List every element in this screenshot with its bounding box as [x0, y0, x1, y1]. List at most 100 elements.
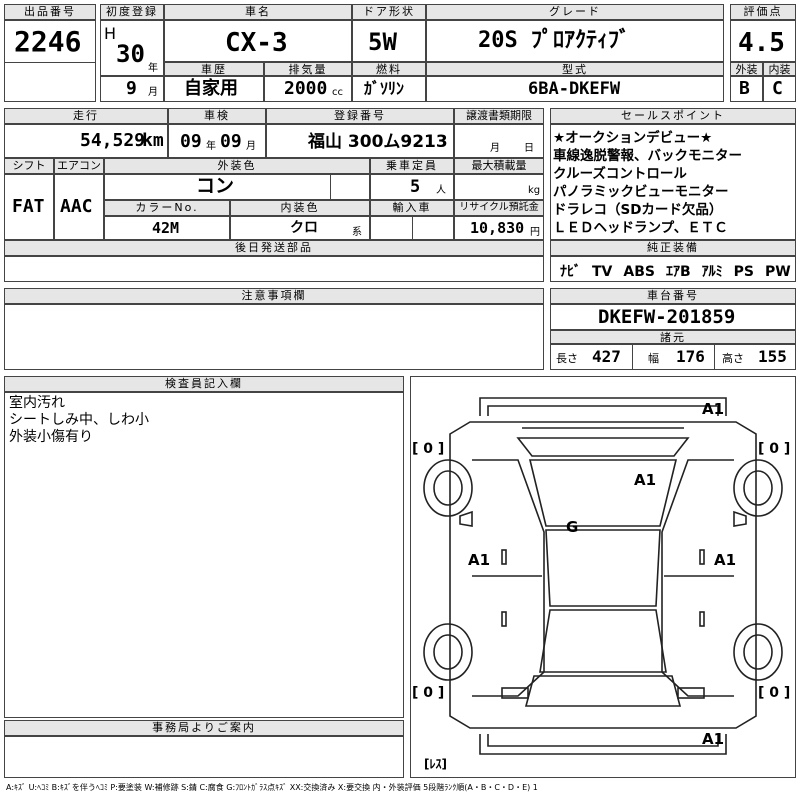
history-header: 車歴 — [164, 62, 264, 76]
damage-hood: A1 — [634, 471, 657, 489]
chassis-value: DKEFW-201859 — [598, 306, 736, 328]
sales-points-list: ★オークションデビュー★ 車線逸脱警報、バックモニター クルーズコントロール パノラミ… — [553, 129, 793, 237]
max-load-unit: kg — [528, 185, 541, 196]
sales-point-item: クルーズコントロール — [553, 166, 687, 182]
damage-rear: A1 — [702, 730, 725, 748]
lot-no-header: 出品番号 — [4, 4, 96, 20]
int-color-value: クロ — [290, 220, 318, 236]
inspector-note-item: 外装小傷有り — [9, 429, 93, 445]
sales-point-item: ドラレコ（SDカード欠品） — [553, 202, 723, 218]
year-value: 30 — [116, 40, 145, 68]
transfer-month: 月 — [490, 143, 500, 154]
displacement-value: 2000 — [284, 78, 328, 99]
office-box — [4, 736, 404, 778]
equipment-item: TV — [592, 264, 613, 280]
dim-div-1 — [632, 344, 633, 370]
sales-point-item: 車線逸脱警報、バックモニター — [553, 148, 742, 164]
sales-points-box: ★オークションデビュー★ 車線逸脱警報、バックモニター クルーズコントロール パノラミ… — [550, 124, 796, 240]
equipment-item: ｱﾙﾐ — [701, 264, 723, 280]
year-unit: 年 — [148, 63, 158, 74]
insp-year-unit: 年 — [206, 141, 216, 152]
later-parts-header: 後日発送部品 — [4, 240, 544, 256]
recycle-unit: 円 — [530, 227, 540, 238]
capacity-value: 5 — [410, 177, 421, 197]
first-reg-header: 初度登録 — [100, 4, 164, 20]
equipment-item: PW — [765, 264, 791, 280]
tire-fr: [ 0 ] — [758, 441, 791, 457]
int-color-unit: 系 — [352, 227, 362, 238]
tire-fl: [ 0 ] — [412, 441, 445, 457]
insp-month: 09 — [220, 131, 242, 152]
door-header: ドア形状 — [352, 4, 426, 20]
inspection-header: 車検 — [168, 108, 266, 124]
equipment-item: ABS — [623, 264, 655, 280]
capacity-header: 乗車定員 — [370, 158, 454, 174]
mileage-unit: km — [142, 130, 164, 151]
inspector-header: 検査員記入欄 — [4, 376, 404, 392]
recycle-value: 10,830 — [470, 219, 525, 237]
interior-value: C — [772, 78, 783, 99]
import-sub — [412, 216, 454, 240]
office-header: 事務局よりご案内 — [4, 720, 404, 736]
legend-text: A:ｷｽﾞ U:ﾍｺﾐ B:ｷｽﾞを伴うﾍｺﾐ P:要塗装 W:補修跡 S:錆 … — [6, 783, 538, 792]
color-no-value: 42M — [152, 219, 180, 237]
model-code-value: 6BA-DKEFW — [528, 79, 621, 99]
insp-year: 09 — [180, 131, 202, 152]
inspector-box: 室内汚れ シートしみ中、しわ小 外装小傷有り — [4, 392, 404, 718]
equipment-header: 純正装備 — [550, 240, 796, 256]
origin-header: 諸元 — [550, 330, 796, 344]
notes-box — [4, 304, 544, 370]
dim-div-2 — [714, 344, 715, 370]
shift-header: シフト — [4, 158, 54, 174]
car-diagram — [423, 397, 783, 755]
aircon-header: エアコン — [54, 158, 104, 174]
mileage-value: 54,529 — [80, 130, 146, 151]
import-header: 輸入車 — [370, 200, 454, 216]
inspector-note-item: シートしみ中、しわ小 — [9, 412, 149, 428]
damage-roof: G — [566, 518, 579, 536]
sales-point-item: ＬＥＤヘッドランプ、ＥＴＣ — [553, 220, 728, 236]
sales-point-item: パノラミックビューモニター — [553, 184, 729, 200]
hood-outline — [516, 437, 690, 457]
damage-front: A1 — [702, 400, 725, 418]
damage-left: A1 — [468, 551, 491, 569]
rear-glass-outline — [539, 609, 667, 673]
tire-rl: [ 0 ] — [412, 685, 445, 701]
sales-points-header: セールスポイント — [550, 108, 796, 124]
interior-header: 内装 — [763, 62, 796, 76]
roof-outline — [545, 529, 661, 607]
right-side-outline — [661, 459, 734, 697]
car-name-value: CX-3 — [225, 28, 288, 58]
score-value: 4.5 — [738, 28, 785, 58]
inspector-notes-list: 室内汚れ シートしみ中、しわ小 外装小傷有り — [9, 395, 399, 446]
damage-right: A1 — [714, 551, 737, 569]
rear-deck-outline — [524, 675, 682, 707]
grade-value: 20S ﾌﾟﾛｱｸﾃｨﾌﾞ — [478, 28, 630, 53]
later-parts-box — [4, 256, 544, 282]
color-sub — [330, 174, 370, 200]
car-body-outline — [449, 421, 757, 729]
displacement-header: 排気量 — [264, 62, 352, 76]
month-value: 9 — [126, 78, 137, 99]
fuel-value: ｶﾞｿﾘﾝ — [364, 79, 405, 98]
model-code-header: 型式 — [426, 62, 724, 76]
door-value: 5W — [368, 28, 397, 56]
windshield-outline — [528, 459, 678, 527]
height-value: 155 — [758, 347, 787, 366]
mileage-header: 走行 — [4, 108, 168, 124]
recycle-header: リサイクル預託金 — [454, 200, 544, 216]
equipment-item: ｴｱB — [665, 264, 691, 280]
wheel-fr — [733, 459, 783, 517]
exterior-header: 外装 — [730, 62, 763, 76]
color-header: 外装色 — [104, 158, 370, 174]
insp-month-unit: 月 — [246, 141, 256, 152]
capacity-unit: 人 — [436, 185, 446, 196]
displacement-unit: cc — [332, 87, 343, 98]
color-value: コン — [196, 175, 235, 197]
aircon-value: AAC — [60, 196, 93, 217]
equipment-item: PS — [733, 264, 754, 280]
width-label: 幅 — [648, 352, 659, 365]
lot-no-sub — [4, 62, 96, 102]
shift-value: FAT — [12, 196, 45, 217]
color-no-header: カラーNo. — [104, 200, 230, 216]
